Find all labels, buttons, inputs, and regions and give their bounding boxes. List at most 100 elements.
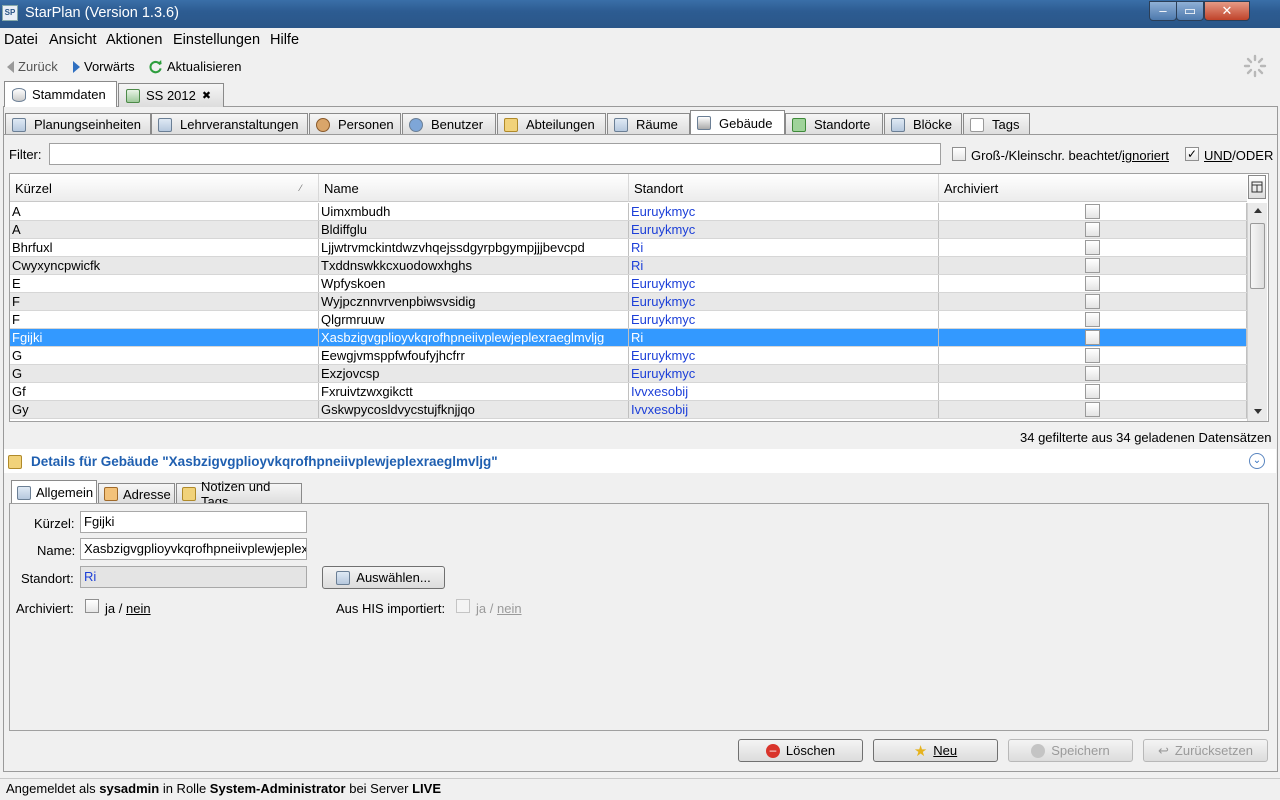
- ja-label: ja: [476, 601, 487, 616]
- name-field[interactable]: Xasbzigvgplioyvkqrofhpneiivplewjeplex: [80, 538, 307, 560]
- table-row[interactable]: A Bldiffglu Euruykmyc: [10, 221, 1247, 239]
- scroll-up-icon[interactable]: [1254, 208, 1262, 213]
- archiviert-checkbox[interactable]: [1085, 366, 1100, 381]
- collapse-details-icon[interactable]: ⌄: [1249, 453, 1265, 469]
- tab-benutzer[interactable]: Benutzer: [402, 113, 496, 135]
- tab-label: Gebäude: [719, 115, 773, 131]
- archiviert-checkbox[interactable]: [1085, 276, 1100, 291]
- house-icon: [104, 487, 118, 501]
- filter-label: Filter:: [9, 147, 42, 162]
- back-label: Zurück: [18, 59, 58, 74]
- menu-hilfe[interactable]: Hilfe: [270, 32, 299, 48]
- close-tab-icon[interactable]: ✖: [202, 89, 211, 102]
- tab-ss2012[interactable]: SS 2012 ✖: [118, 83, 224, 107]
- column-title: Kürzel: [15, 181, 52, 196]
- tab-lehrveranstaltungen[interactable]: Lehrveranstaltungen: [151, 113, 308, 135]
- archiviert-checkbox[interactable]: [1085, 294, 1100, 309]
- menu-bar: Datei Ansicht Aktionen Einstellungen Hil…: [0, 28, 1280, 52]
- column-header-name[interactable]: Name: [319, 174, 629, 202]
- menu-aktionen[interactable]: Aktionen: [106, 32, 162, 48]
- tab-gebaeude[interactable]: Gebäude: [690, 110, 785, 135]
- nein-label: nein: [126, 601, 151, 616]
- kuerzel-label: Kürzel:: [34, 516, 75, 531]
- save-button[interactable]: Speichern: [1008, 739, 1133, 762]
- kuerzel-field[interactable]: Fgijki: [80, 511, 307, 533]
- name-label: Name:: [37, 543, 76, 558]
- table-row[interactable]: F Qlgrmruuw Euruykmyc: [10, 311, 1247, 329]
- auswaehlen-button[interactable]: Auswählen...: [322, 566, 445, 589]
- tab-tags[interactable]: Tags: [963, 113, 1030, 135]
- table-row[interactable]: Gy Gskwpycosldvycstujfknjjqo Ivvxesobij: [10, 401, 1247, 419]
- table-row[interactable]: Cwyxyncpwicfk Txddnswkkcxuodowxhghs Ri: [10, 257, 1247, 275]
- column-chooser-button[interactable]: [1248, 175, 1266, 199]
- tab-adresse[interactable]: Adresse: [98, 483, 175, 504]
- close-button[interactable]: ✕: [1204, 1, 1250, 21]
- archiviert-checkbox[interactable]: [85, 599, 99, 613]
- column-header-kuerzel[interactable]: Kürzel ⁄: [10, 174, 319, 202]
- tab-standorte[interactable]: Standorte: [785, 113, 883, 135]
- tab-abteilungen[interactable]: Abteilungen: [497, 113, 606, 135]
- menu-ansicht[interactable]: Ansicht: [49, 32, 97, 48]
- cell-name: Wyjpcznnvrvenpbiwsvsidig: [319, 293, 629, 310]
- cell-kuerzel: E: [10, 275, 319, 292]
- archiviert-checkbox[interactable]: [1085, 204, 1100, 219]
- forward-button[interactable]: Vorwärts: [73, 59, 135, 74]
- table-scrollbar[interactable]: [1247, 203, 1267, 421]
- archiviert-checkbox[interactable]: [1085, 222, 1100, 237]
- scroll-down-icon[interactable]: [1254, 409, 1262, 414]
- tab-raeume[interactable]: Räume: [607, 113, 690, 135]
- tab-label: Personen: [338, 117, 394, 132]
- table-row[interactable]: A Uimxmbudh Euruykmyc: [10, 203, 1247, 221]
- table-row[interactable]: G Eewgjvmsppfwfoufyjhcfrr Euruykmyc: [10, 347, 1247, 365]
- reset-button[interactable]: ↩ Zurücksetzen: [1143, 739, 1268, 762]
- maximize-button[interactable]: ▭: [1176, 1, 1204, 21]
- cell-kuerzel: F: [10, 311, 319, 328]
- his-checkbox: [456, 599, 470, 613]
- archiviert-label: Archiviert:: [16, 601, 74, 616]
- case-label-active: ignoriert: [1122, 148, 1169, 163]
- and-or-checkbox[interactable]: ✓: [1185, 147, 1199, 161]
- note-icon: [182, 487, 196, 501]
- button-label: Speichern: [1051, 743, 1110, 758]
- table-row[interactable]: Gf Fxruivtzwxgikctt Ivvxesobij: [10, 383, 1247, 401]
- delete-button[interactable]: – Löschen: [738, 739, 863, 762]
- cell-standort: Ivvxesobij: [629, 383, 939, 400]
- archiviert-checkbox[interactable]: [1085, 240, 1100, 255]
- status-role: System-Administrator: [209, 781, 346, 796]
- archiviert-checkbox[interactable]: [1085, 384, 1100, 399]
- database-icon: [12, 87, 26, 102]
- archiviert-checkbox[interactable]: [1085, 258, 1100, 273]
- new-button[interactable]: ★ Neu: [873, 739, 998, 762]
- archiviert-options: ja / nein: [105, 601, 151, 616]
- case-sensitive-checkbox[interactable]: [952, 147, 966, 161]
- tab-stammdaten[interactable]: Stammdaten: [4, 81, 117, 107]
- scroll-thumb[interactable]: [1250, 223, 1265, 289]
- separator: /: [489, 601, 494, 616]
- table-row[interactable]: Fgijki Xasbzigvgplioyvkqrofhpneiivplewjep…: [10, 329, 1247, 347]
- table-row[interactable]: F Wyjpcznnvrvenpbiwsvsidig Euruykmyc: [10, 293, 1247, 311]
- back-button[interactable]: Zurück: [7, 59, 58, 74]
- tab-personen[interactable]: Personen: [309, 113, 401, 135]
- cell-standort: Ri: [629, 257, 939, 274]
- minimize-button[interactable]: –: [1149, 1, 1177, 21]
- table-row[interactable]: E Wpfyskoen Euruykmyc: [10, 275, 1247, 293]
- tab-bloecke[interactable]: Blöcke: [884, 113, 962, 135]
- tab-planungseinheiten[interactable]: Planungseinheiten: [5, 113, 151, 135]
- table-row[interactable]: Bhrfuxl Ljjwtrvmckintdwzvhqejssdgyrpbgymp…: [10, 239, 1247, 257]
- menu-einstellungen[interactable]: Einstellungen: [173, 32, 260, 48]
- forward-label: Vorwärts: [84, 59, 135, 74]
- cell-name: Ljjwtrvmckintdwzvhqejssdgyrpbgympjjjbevc…: [319, 239, 629, 256]
- archiviert-checkbox[interactable]: [1085, 330, 1100, 345]
- column-header-archiviert[interactable]: Archiviert: [939, 174, 1247, 202]
- archiviert-checkbox[interactable]: [1085, 402, 1100, 417]
- column-header-standort[interactable]: Standort: [629, 174, 939, 202]
- table-row[interactable]: G Exzjovcsp Euruykmyc: [10, 365, 1247, 383]
- archiviert-checkbox[interactable]: [1085, 348, 1100, 363]
- tab-allgemein[interactable]: Allgemein: [11, 480, 97, 504]
- room-icon: [614, 117, 628, 132]
- tab-notizen-tags[interactable]: Notizen und Tags: [176, 479, 302, 509]
- refresh-button[interactable]: Aktualisieren: [148, 59, 241, 74]
- menu-datei[interactable]: Datei: [4, 32, 38, 48]
- archiviert-checkbox[interactable]: [1085, 312, 1100, 327]
- filter-input[interactable]: [49, 143, 941, 165]
